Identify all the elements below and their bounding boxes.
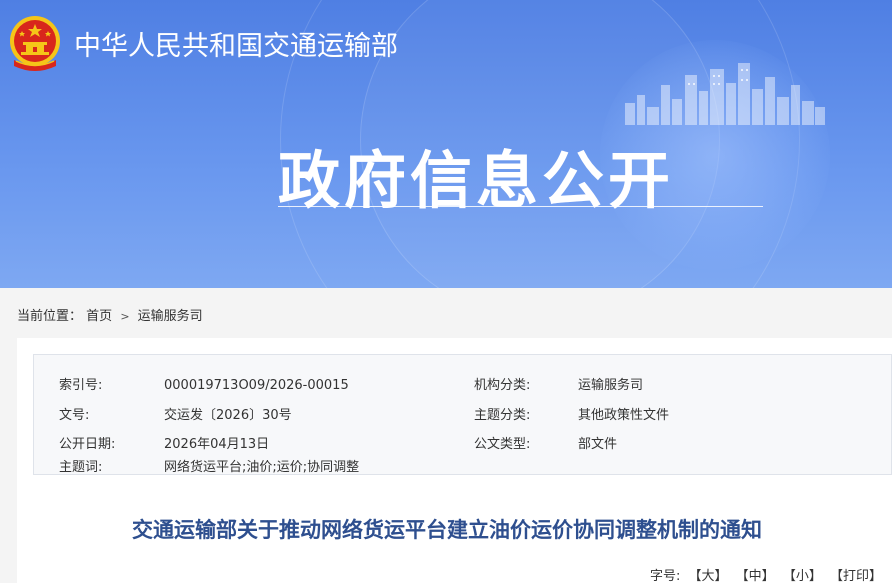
national-emblem-icon — [10, 16, 60, 71]
ministry-name: 中华人民共和国交通运输部 — [74, 31, 398, 62]
breadcrumb-current-link[interactable]: 运输服务司 — [138, 309, 203, 324]
font-size-label: 字号: — [649, 569, 681, 583]
metadata-value: 000019713O09/2026-00015 — [164, 378, 349, 393]
metadata-key: 主题分类: — [474, 408, 531, 423]
content-panel: 索引号: 000019713O09/2026-00015 机构分类: 运输服务司… — [17, 338, 892, 583]
header-banner: 中华人民共和国交通运输部 政府信息公开 — [0, 0, 892, 288]
document-title: 交通运输部关于推动网络货运平台建立油价运价协同调整机制的通知 — [132, 518, 762, 542]
metadata-value: 部文件 — [578, 437, 618, 452]
font-large-button[interactable]: 【大】 — [689, 569, 728, 583]
metadata-key: 机构分类: — [474, 378, 531, 393]
metadata-value: 交运发〔2026〕30号 — [164, 408, 292, 423]
metadata-row: 主题词: 网络货运平台;油价;运价;协同调整 — [34, 459, 891, 476]
metadata-row: 公开日期: 2026年04月13日 公文类型: 部文件 — [34, 430, 891, 459]
font-medium-button[interactable]: 【中】 — [736, 569, 775, 583]
metadata-value: 其他政策性文件 — [578, 408, 670, 423]
metadata-key: 公开日期: — [59, 437, 116, 452]
metadata-value: 运输服务司 — [578, 378, 644, 393]
breadcrumb-separator: > — [120, 310, 130, 323]
metadata-key: 公文类型: — [474, 437, 531, 452]
metadata-key: 主题词: — [59, 460, 103, 475]
hero-underline — [278, 206, 763, 207]
print-button[interactable]: 【打印】 — [830, 569, 882, 583]
metadata-key: 索引号: — [59, 378, 103, 393]
font-small-button[interactable]: 【小】 — [783, 569, 822, 583]
document-metadata-table: 索引号: 000019713O09/2026-00015 机构分类: 运输服务司… — [33, 354, 892, 475]
font-size-controls: 字号: 【大】 【中】 【小】 【打印】 — [650, 565, 882, 583]
breadcrumb: 当前位置： 首页 > 运输服务司 — [17, 305, 203, 324]
metadata-value: 网络货运平台;油价;运价;协同调整 — [164, 460, 360, 475]
breadcrumb-home-link[interactable]: 首页 — [86, 309, 112, 324]
metadata-value: 2026年04月13日 — [164, 437, 270, 452]
breadcrumb-label: 当前位置： — [17, 309, 83, 324]
city-skyline-illustration — [625, 63, 825, 125]
metadata-row: 索引号: 000019713O09/2026-00015 机构分类: 运输服务司 — [34, 371, 891, 400]
metadata-row: 文号: 交运发〔2026〕30号 主题分类: 其他政策性文件 — [34, 401, 891, 430]
metadata-key: 文号: — [59, 408, 90, 423]
